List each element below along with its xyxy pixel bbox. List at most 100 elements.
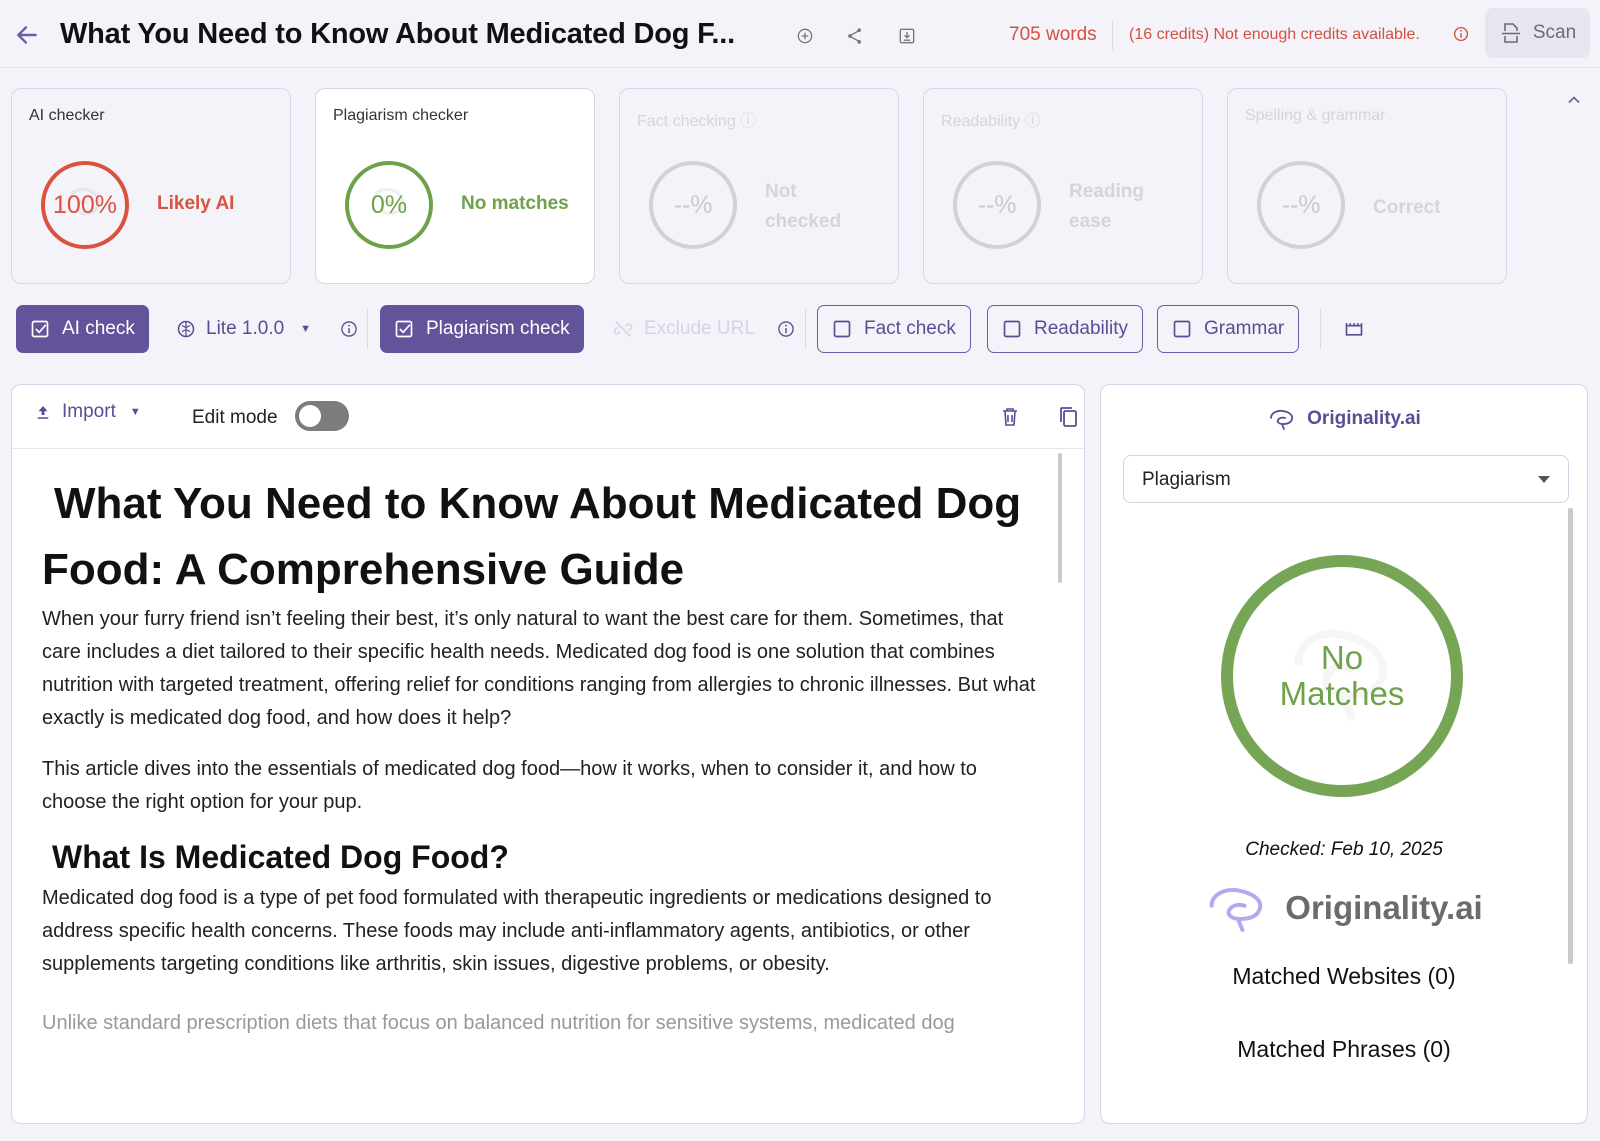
toggle-knob xyxy=(299,405,321,427)
results-panel: Originality.ai Plagiarism No Matches Che… xyxy=(1100,384,1588,1124)
readability-card[interactable]: Readability ⓘ --% Reading ease xyxy=(923,88,1203,284)
import-button[interactable]: Import ▼ xyxy=(34,401,141,423)
credits-message: (16 credits) Not enough credits availabl… xyxy=(1129,26,1420,43)
upload-icon xyxy=(37,406,49,419)
arrow-left-icon[interactable] xyxy=(14,22,40,48)
scan-label: Scan xyxy=(1532,22,1577,43)
fact-score-value: --% xyxy=(673,190,713,219)
ai-check-label: AI check xyxy=(62,318,135,339)
caret-down-icon: ▼ xyxy=(300,323,312,335)
plagiarism-checker-card[interactable]: Plagiarism checker 0% No matches xyxy=(315,88,595,284)
matched-phrases[interactable]: Matched Phrases (0) xyxy=(1101,1036,1587,1063)
article-heading: What You Need to Know About Medicated Do… xyxy=(42,479,1022,594)
spelling-grammar-card[interactable]: Spelling & grammar --% Correct xyxy=(1227,88,1507,284)
card-title-text: Fact checking xyxy=(637,113,736,130)
readability-toggle[interactable]: Readability xyxy=(987,305,1143,353)
checked-date: Checked: Feb 10, 2025 xyxy=(1245,839,1443,860)
document-title: What You Need to Know About Medicated Do… xyxy=(60,18,735,50)
trash-icon[interactable] xyxy=(998,405,1022,429)
brain-logo-icon xyxy=(1209,888,1263,932)
paragraph: Unlike standard prescription diets that … xyxy=(42,1012,955,1034)
ai-check-toggle[interactable]: AI check xyxy=(16,305,149,353)
matched-websites[interactable]: Matched Websites (0) xyxy=(1101,963,1587,990)
toolbar-separator xyxy=(805,309,806,349)
info-icon: ⓘ xyxy=(740,113,757,130)
copy-icon[interactable] xyxy=(1056,405,1080,429)
editor-scrollbar[interactable] xyxy=(1058,453,1062,583)
top-header: What You Need to Know About Medicated Do… xyxy=(0,0,1600,68)
readability-status: Reading ease xyxy=(1069,181,1144,232)
fact-status: Not checked xyxy=(765,181,842,232)
logo-text: Originality.ai xyxy=(1285,889,1483,926)
ai-score-ring: 100% xyxy=(41,161,129,249)
info-icon[interactable] xyxy=(1452,25,1470,43)
caret-down-icon xyxy=(1538,476,1550,483)
link-off-icon xyxy=(613,321,633,337)
model-label: Lite 1.0.0 xyxy=(206,318,285,339)
plus-circle-icon[interactable] xyxy=(795,26,815,46)
card-title: Plagiarism checker xyxy=(333,107,469,124)
fact-check-toggle[interactable]: Fact check xyxy=(817,305,971,353)
side-scrollbar[interactable] xyxy=(1568,508,1573,964)
brain-logo-icon xyxy=(1270,409,1294,430)
plagiarism-check-toggle[interactable]: Plagiarism check xyxy=(380,305,584,353)
grammar-status: Correct xyxy=(1373,197,1441,218)
exclude-url-button[interactable]: Exclude URL xyxy=(612,305,755,353)
plagiarism-score-ring: 0% xyxy=(345,161,433,249)
grammar-score-ring: --% xyxy=(1257,161,1345,249)
card-title-text: Readability xyxy=(941,113,1021,130)
edit-mode-label: Edit mode xyxy=(192,407,278,428)
toolbar-separator xyxy=(367,309,368,349)
fact-checking-card[interactable]: Fact checking ⓘ --% Not checked xyxy=(619,88,899,284)
paragraph: Medicated dog food is a type of pet food… xyxy=(42,887,992,975)
toolbar-separator xyxy=(1320,309,1321,349)
word-count: 705 words xyxy=(1009,24,1097,45)
brain-icon xyxy=(177,320,195,338)
brand-header: Originality.ai xyxy=(1101,407,1587,431)
readability-score-ring: --% xyxy=(953,161,1041,249)
checkbox-checked-icon xyxy=(31,320,49,338)
scan-button[interactable]: Scan xyxy=(1485,8,1590,58)
share-icon[interactable] xyxy=(845,26,865,46)
download-icon[interactable] xyxy=(897,26,917,46)
card-title: AI checker xyxy=(29,107,105,124)
info-icon[interactable] xyxy=(339,319,359,339)
clapperboard-icon[interactable] xyxy=(1344,319,1364,339)
info-icon[interactable] xyxy=(776,319,796,339)
card-title: Readability ⓘ xyxy=(941,107,1041,131)
checkbox-icon xyxy=(833,320,851,338)
document-content[interactable]: What You Need to Know About Medicated Do… xyxy=(12,451,1067,1051)
section-heading: What Is Medicated Dog Food? xyxy=(52,839,509,875)
paragraph: When your furry friend isn’t feeling the… xyxy=(42,608,1036,729)
result-text: Matches xyxy=(1279,675,1405,712)
readability-label: Readability xyxy=(1034,318,1128,339)
readability-score-value: --% xyxy=(977,190,1017,219)
chevron-up-icon[interactable] xyxy=(1564,90,1584,110)
check-toolbar: AI check Lite 1.0.0 ▼ Plagiarism check E… xyxy=(0,305,1600,357)
ai-checker-card[interactable]: AI checker 100% Likely AI xyxy=(11,88,291,284)
fact-score-ring: --% xyxy=(649,161,737,249)
paragraph: This article dives into the essentials o… xyxy=(42,758,977,813)
ai-status: Likely AI xyxy=(157,193,235,214)
result-text: No xyxy=(1320,639,1364,676)
select-value: Plagiarism xyxy=(1142,469,1231,490)
scan-icon xyxy=(1501,23,1520,43)
info-icon: ⓘ xyxy=(1024,113,1041,130)
plagiarism-score-value: 0% xyxy=(370,190,408,219)
grammar-toggle[interactable]: Grammar xyxy=(1157,305,1300,353)
brand-name: Originality.ai xyxy=(1307,408,1421,429)
header-divider xyxy=(1112,20,1113,50)
edit-mode-toggle[interactable] xyxy=(295,401,349,431)
grammar-label: Grammar xyxy=(1204,318,1285,339)
checkbox-icon xyxy=(1003,320,1021,338)
model-select[interactable]: Lite 1.0.0 ▼ xyxy=(176,305,311,353)
editor-panel: Import ▼ Edit mode What You Need to Know… xyxy=(11,384,1085,1124)
plagiarism-check-label: Plagiarism check xyxy=(426,318,570,339)
plagiarism-status: No matches xyxy=(461,193,569,214)
editor-toolbar: Import ▼ Edit mode xyxy=(12,385,1084,449)
result-type-select[interactable]: Plagiarism xyxy=(1123,455,1569,503)
plagiarism-result-ring: No Matches xyxy=(1221,555,1463,797)
exclude-url-label: Exclude URL xyxy=(644,318,755,339)
originality-logo: Originality.ai xyxy=(1101,881,1587,935)
card-title: Fact checking ⓘ xyxy=(637,107,756,131)
